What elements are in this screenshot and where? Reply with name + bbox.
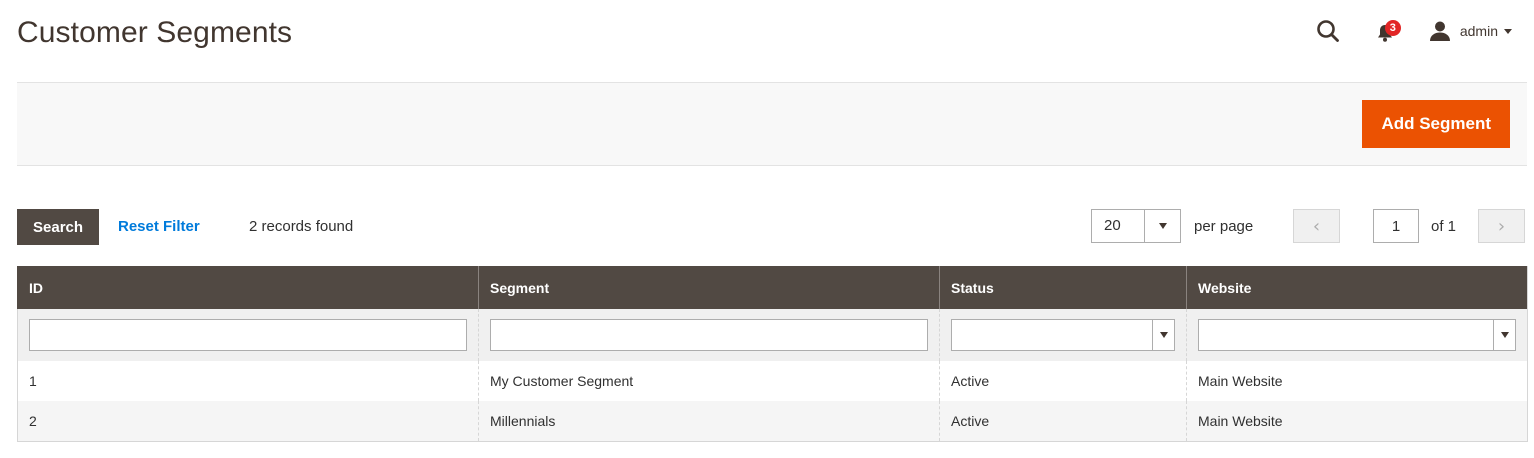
chevron-down-icon bbox=[1152, 320, 1174, 350]
search-button[interactable]: Search bbox=[17, 209, 100, 245]
cell-website: Main Website bbox=[1186, 401, 1528, 442]
grid-filter-row bbox=[17, 309, 1528, 361]
records-count: 2 records found bbox=[249, 218, 354, 235]
reset-filter-link[interactable]: Reset Filter bbox=[118, 218, 200, 235]
per-page-value: 20 bbox=[1104, 217, 1121, 234]
header-actions: 3 admin bbox=[1315, 14, 1512, 48]
column-header-segment[interactable]: Segment bbox=[478, 266, 940, 309]
table-row[interactable]: 1 My Customer Segment Active Main Websit… bbox=[17, 361, 1528, 401]
website-filter-select[interactable] bbox=[1198, 319, 1516, 351]
notification-count-badge: 3 bbox=[1384, 20, 1401, 36]
user-icon bbox=[1429, 21, 1450, 41]
page-actions-bar: Add Segment bbox=[17, 82, 1527, 166]
cell-status: Active bbox=[939, 401, 1187, 442]
status-filter-select[interactable] bbox=[951, 319, 1175, 351]
grid-toolbar: Search Reset Filter 2 records found 20 p… bbox=[17, 209, 1527, 245]
filter-cell-website bbox=[1186, 309, 1528, 361]
filter-cell-segment bbox=[478, 309, 940, 361]
filter-cell-id bbox=[17, 309, 479, 361]
chevron-right-icon: › bbox=[1497, 215, 1506, 237]
id-filter-input[interactable] bbox=[29, 319, 467, 351]
chevron-down-icon bbox=[1504, 28, 1512, 34]
current-page-input[interactable] bbox=[1373, 209, 1419, 243]
cell-segment: My Customer Segment bbox=[478, 361, 940, 401]
filter-cell-status bbox=[939, 309, 1187, 361]
page-title: Customer Segments bbox=[17, 16, 293, 49]
user-name: admin bbox=[1459, 23, 1498, 39]
table-row[interactable]: 2 Millennials Active Main Website bbox=[17, 401, 1528, 442]
search-icon bbox=[1317, 20, 1339, 42]
cell-status: Active bbox=[939, 361, 1187, 401]
cell-segment: Millennials bbox=[478, 401, 940, 442]
notifications-button[interactable]: 3 bbox=[1375, 18, 1401, 44]
chevron-down-icon bbox=[1493, 320, 1515, 350]
total-pages: of 1 bbox=[1431, 218, 1457, 235]
grid-header-row: ID Segment Status Website bbox=[17, 266, 1528, 309]
segment-filter-input[interactable] bbox=[490, 319, 928, 351]
segments-grid: ID Segment Status Website 1 My Customer … bbox=[17, 266, 1528, 442]
admin-user-menu[interactable]: admin bbox=[1429, 20, 1512, 42]
cell-id: 1 bbox=[17, 361, 479, 401]
global-search-button[interactable] bbox=[1315, 18, 1341, 44]
cell-id: 2 bbox=[17, 401, 479, 442]
per-page-select[interactable]: 20 bbox=[1091, 209, 1181, 243]
column-header-status[interactable]: Status bbox=[939, 266, 1187, 309]
next-page-button[interactable]: › bbox=[1478, 209, 1525, 243]
column-header-id[interactable]: ID bbox=[17, 266, 479, 309]
previous-page-button[interactable]: ‹ bbox=[1293, 209, 1340, 243]
add-segment-button[interactable]: Add Segment bbox=[1362, 100, 1510, 148]
cell-website: Main Website bbox=[1186, 361, 1528, 401]
column-header-website[interactable]: Website bbox=[1186, 266, 1528, 309]
chevron-left-icon: ‹ bbox=[1312, 215, 1321, 237]
per-page-label: per page bbox=[1194, 218, 1254, 235]
chevron-down-icon bbox=[1144, 210, 1180, 242]
